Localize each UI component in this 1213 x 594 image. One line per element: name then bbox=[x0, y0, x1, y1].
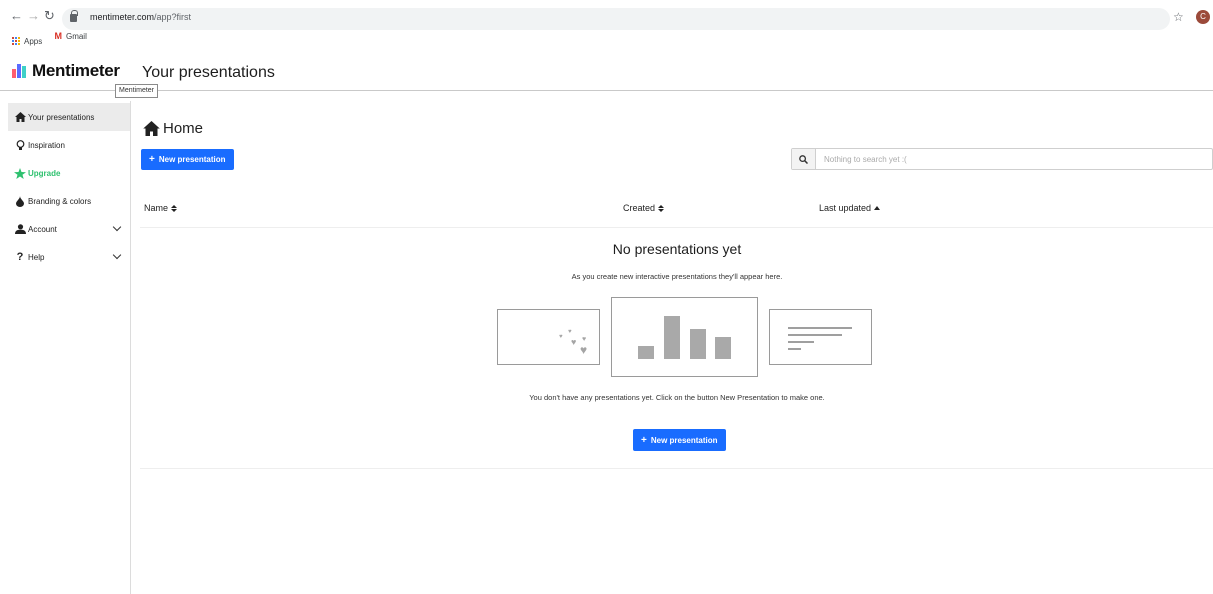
sidebar-item-your-presentations[interactable]: Your presentations bbox=[8, 103, 130, 131]
lightbulb-icon bbox=[14, 139, 26, 151]
lock-icon bbox=[70, 10, 78, 22]
question-icon: ? bbox=[16, 251, 24, 263]
illustration-bar bbox=[638, 346, 654, 359]
new-presentation-label: New presentation bbox=[158, 155, 226, 164]
sidebar: Your presentations Inspiration Upgrade B… bbox=[8, 101, 131, 594]
url-row: ← → ↻ mentimeter.com/app?first ☆ C bbox=[0, 4, 1213, 30]
logo-mark-icon bbox=[12, 64, 28, 78]
home-heading-text: Home bbox=[163, 120, 204, 137]
sidebar-item-help[interactable]: ? Help bbox=[8, 243, 130, 271]
illustration-bar bbox=[690, 329, 706, 359]
illustration-line bbox=[788, 341, 814, 343]
illustration-line bbox=[788, 327, 852, 329]
url-text: mentimeter.com/app?first bbox=[90, 12, 192, 22]
column-header-created[interactable]: Created bbox=[623, 203, 665, 213]
logo-text: Mentimeter bbox=[32, 61, 120, 80]
sidebar-item-label: Help bbox=[28, 252, 45, 262]
column-name-label: Name bbox=[144, 203, 169, 213]
mentimeter-logo[interactable]: Mentimeter bbox=[12, 61, 120, 81]
star-icon bbox=[14, 167, 26, 179]
column-created-label: Created bbox=[623, 203, 656, 213]
sidebar-item-label: Inspiration bbox=[28, 140, 65, 150]
heart-icon: ♥ bbox=[580, 343, 588, 357]
reload-icon[interactable]: ↻ bbox=[44, 8, 55, 24]
sidebar-item-upgrade[interactable]: Upgrade bbox=[8, 159, 130, 187]
search-box bbox=[791, 148, 1213, 170]
sort-icon bbox=[171, 204, 178, 212]
sidebar-item-inspiration[interactable]: Inspiration bbox=[8, 131, 130, 159]
column-header-last-updated[interactable]: Last updated bbox=[819, 203, 881, 213]
user-icon bbox=[14, 223, 26, 235]
illustration-line bbox=[788, 334, 842, 336]
bookmark-apps[interactable]: Apps bbox=[12, 37, 42, 46]
page-title: Your presentations bbox=[142, 64, 275, 81]
column-last-updated-label: Last updated bbox=[819, 203, 872, 213]
illustration-hearts: ♥ ♥ ♥ ♥ ♥ bbox=[497, 309, 600, 365]
main-content: Home + New presentation Name Created Las… bbox=[131, 91, 1213, 594]
bookmark-gmail-label: Gmail bbox=[65, 31, 87, 41]
app-header: Mentimeter Your presentations bbox=[0, 49, 1213, 91]
plus-icon: + bbox=[641, 434, 647, 446]
apps-grid-icon bbox=[12, 37, 20, 45]
back-icon[interactable]: ← bbox=[10, 8, 23, 24]
sidebar-item-account[interactable]: Account bbox=[8, 215, 130, 243]
chevron-down-icon[interactable] bbox=[112, 222, 122, 232]
new-presentation-button-center[interactable]: + New presentation bbox=[633, 429, 726, 451]
empty-state-title: No presentations yet bbox=[612, 241, 742, 257]
bookmark-apps-label: Apps bbox=[24, 36, 43, 46]
home-icon bbox=[143, 121, 160, 136]
bookmark-gmail[interactable]: M Gmail bbox=[54, 31, 86, 41]
empty-state-message: You don't have any presentations yet. Cl… bbox=[529, 393, 825, 402]
home-heading: Home bbox=[143, 120, 203, 137]
heart-icon: ♥ bbox=[559, 334, 563, 340]
sidebar-item-label: Upgrade bbox=[28, 168, 61, 178]
sidebar-item-label: Branding & colors bbox=[28, 196, 92, 206]
search-input[interactable] bbox=[818, 149, 1208, 169]
illustration-text-lines bbox=[769, 309, 872, 365]
sidebar-item-branding[interactable]: Branding & colors bbox=[8, 187, 130, 215]
forward-icon[interactable]: → bbox=[27, 8, 40, 24]
home-icon bbox=[14, 111, 26, 123]
sort-icon bbox=[658, 204, 665, 212]
column-header-name[interactable]: Name bbox=[144, 203, 178, 213]
bookmarks-bar: Apps M Gmail bbox=[12, 31, 97, 46]
sidebar-item-label: Your presentations bbox=[28, 112, 95, 122]
illustration-bar bbox=[715, 337, 731, 359]
address-bar[interactable]: mentimeter.com/app?first bbox=[62, 8, 1170, 30]
bookmark-star-icon[interactable]: ☆ bbox=[1173, 10, 1184, 24]
heart-icon: ♥ bbox=[568, 329, 572, 335]
illustration-line bbox=[788, 348, 801, 350]
heart-icon: ♥ bbox=[582, 336, 587, 343]
sidebar-item-label: Account bbox=[28, 224, 57, 234]
droplet-icon bbox=[14, 195, 26, 207]
new-presentation-label: New presentation bbox=[650, 435, 718, 445]
browser-chrome: ← → ↻ mentimeter.com/app?first ☆ C Apps … bbox=[0, 0, 1213, 48]
empty-state-subtitle: As you create new interactive presentati… bbox=[571, 272, 783, 281]
plus-icon: + bbox=[149, 154, 155, 165]
illustration-bar bbox=[664, 316, 680, 359]
illustration-bar-chart bbox=[611, 297, 758, 377]
profile-avatar[interactable]: C bbox=[1196, 10, 1210, 24]
search-icon[interactable] bbox=[792, 149, 816, 169]
gmail-icon: M bbox=[54, 31, 62, 41]
new-presentation-button[interactable]: + New presentation bbox=[141, 149, 234, 170]
sort-ascending-icon bbox=[874, 206, 881, 210]
chevron-down-icon[interactable] bbox=[112, 250, 122, 260]
heart-icon: ♥ bbox=[571, 337, 577, 347]
